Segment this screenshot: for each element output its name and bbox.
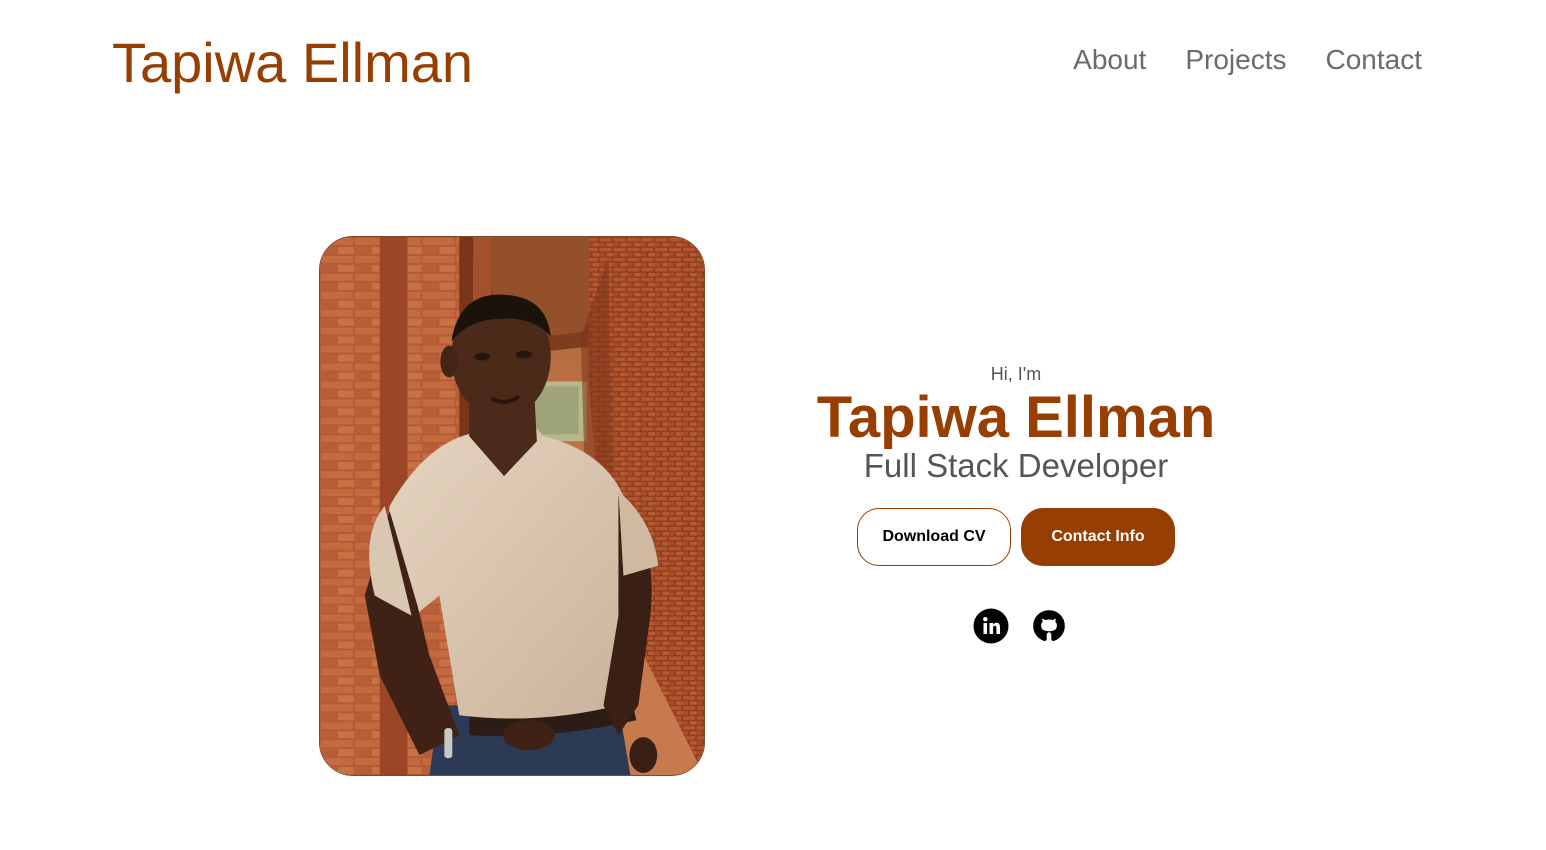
- hero-name: Tapiwa Ellman: [816, 385, 1216, 450]
- role-text: Full Stack Developer: [863, 447, 1169, 484]
- button-group: Download CV Contact Info: [780, 508, 1252, 566]
- profile-photo: [319, 236, 705, 776]
- linkedin-icon[interactable]: [973, 608, 1009, 644]
- desktop-nav: Tapiwa Ellman About Projects Contact: [0, 0, 1546, 125]
- site-logo[interactable]: Tapiwa Ellman: [112, 30, 473, 95]
- contact-info-button[interactable]: Contact Info: [1021, 508, 1175, 566]
- profile-photo-illustration: [320, 237, 704, 775]
- portfolio-page: Tapiwa Ellman About Projects Contact Hi,…: [0, 0, 1546, 850]
- nav-link-projects[interactable]: Projects: [1185, 44, 1286, 75]
- github-icon[interactable]: [1031, 608, 1067, 644]
- nav-link-about[interactable]: About: [1073, 44, 1146, 75]
- nav-links: About Projects Contact: [1073, 44, 1422, 76]
- profile-intro: Hi, I'm Tapiwa Ellman Full Stack Develop…: [780, 362, 1252, 644]
- social-links: [780, 608, 1252, 644]
- nav-item-about: About: [1073, 44, 1146, 76]
- greeting-text: Hi, I'm: [990, 364, 1042, 384]
- nav-link-contact[interactable]: Contact: [1326, 44, 1423, 75]
- download-cv-button[interactable]: Download CV: [857, 508, 1011, 566]
- nav-item-contact: Contact: [1326, 44, 1423, 76]
- nav-item-projects: Projects: [1185, 44, 1286, 76]
